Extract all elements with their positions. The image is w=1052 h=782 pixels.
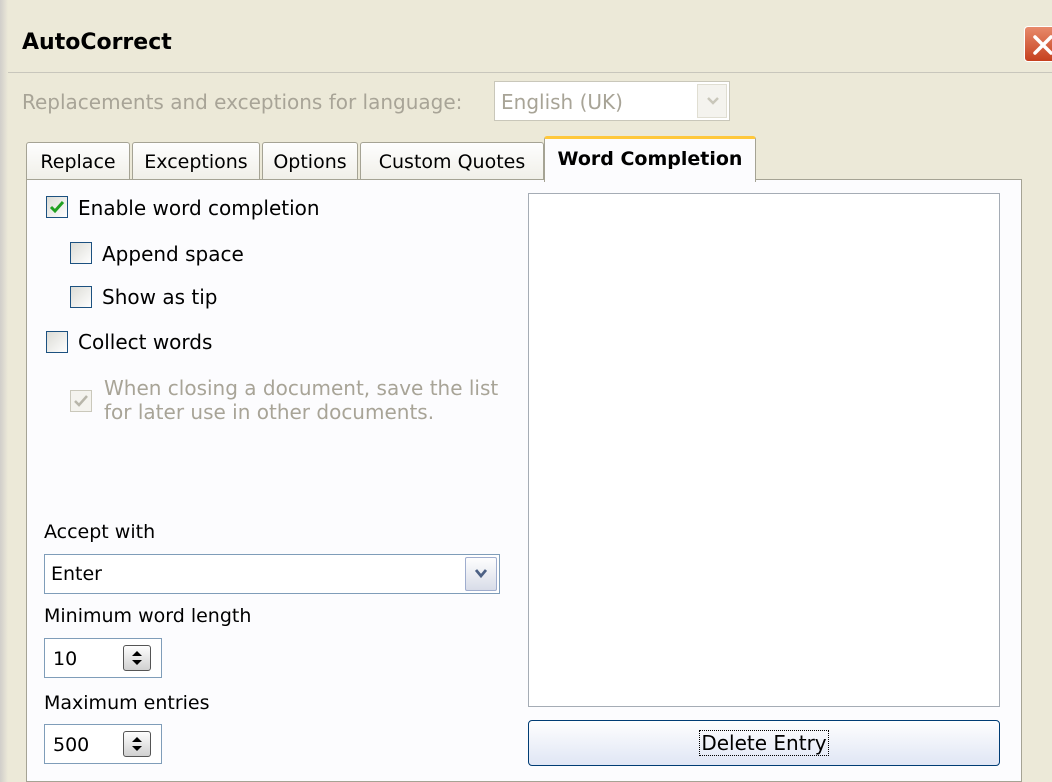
delete-entry-button[interactable]: Delete Entry bbox=[528, 720, 1000, 766]
enable-word-completion-checkbox[interactable] bbox=[46, 196, 68, 218]
tab-custom-quotes[interactable]: Custom Quotes bbox=[360, 142, 544, 180]
show-as-tip-checkbox[interactable] bbox=[70, 286, 92, 308]
language-dropdown-button[interactable] bbox=[697, 84, 727, 118]
tab-bar: Replace Exceptions Options Custom Quotes… bbox=[26, 136, 1026, 182]
append-space-label[interactable]: Append space bbox=[102, 242, 244, 266]
language-select[interactable]: English (UK) bbox=[494, 81, 730, 121]
dialog-title: AutoCorrect bbox=[22, 30, 172, 55]
save-list-label-line1: When closing a document, save the list bbox=[104, 376, 499, 400]
tab-exceptions[interactable]: Exceptions bbox=[132, 142, 260, 180]
tab-label: Replace bbox=[40, 151, 116, 173]
accept-with-select[interactable]: Enter bbox=[44, 554, 500, 594]
tab-label: Exceptions bbox=[144, 151, 248, 173]
append-space-checkbox[interactable] bbox=[70, 242, 92, 264]
window-border bbox=[0, 0, 8, 782]
language-label: Replacements and exceptions for language… bbox=[22, 90, 463, 114]
show-as-tip-label[interactable]: Show as tip bbox=[102, 285, 217, 309]
tab-label: Word Completion bbox=[557, 148, 743, 170]
collect-words-checkbox[interactable] bbox=[46, 331, 68, 353]
close-icon bbox=[1033, 35, 1052, 55]
accept-with-dropdown-button[interactable] bbox=[465, 557, 497, 591]
min-word-length-value: 10 bbox=[53, 648, 78, 670]
accept-with-label: Accept with bbox=[44, 521, 156, 543]
checkmark-icon bbox=[49, 201, 65, 214]
collect-words-label[interactable]: Collect words bbox=[78, 330, 212, 354]
checkmark-icon bbox=[74, 395, 88, 407]
accept-with-value: Enter bbox=[51, 563, 102, 585]
title-bar[interactable]: AutoCorrect bbox=[8, 14, 1052, 70]
min-word-length-spinner[interactable]: 10 bbox=[44, 638, 162, 678]
close-button[interactable] bbox=[1024, 26, 1052, 62]
max-entries-spinner[interactable]: 500 bbox=[44, 724, 162, 764]
tab-replace[interactable]: Replace bbox=[26, 142, 130, 180]
min-word-length-label: Minimum word length bbox=[44, 605, 252, 627]
max-entries-label: Maximum entries bbox=[44, 692, 210, 714]
chevron-down-icon bbox=[474, 569, 488, 579]
chevron-down-icon bbox=[707, 97, 719, 105]
up-down-arrows-icon bbox=[132, 737, 142, 751]
language-value: English (UK) bbox=[501, 90, 623, 114]
autocorrect-dialog: AutoCorrect Replacements and exceptions … bbox=[0, 0, 1052, 782]
delete-entry-label: Delete Entry bbox=[699, 730, 829, 756]
up-down-arrows-icon bbox=[132, 651, 142, 665]
enable-word-completion-label[interactable]: Enable word completion bbox=[78, 196, 320, 220]
tab-label: Options bbox=[273, 151, 347, 173]
tab-word-completion[interactable]: Word Completion bbox=[544, 136, 756, 182]
tab-label: Custom Quotes bbox=[378, 151, 526, 173]
min-word-length-stepper[interactable] bbox=[123, 645, 151, 671]
max-entries-stepper[interactable] bbox=[123, 731, 151, 757]
language-row: Replacements and exceptions for language… bbox=[8, 72, 1052, 129]
collected-words-list[interactable] bbox=[528, 193, 1000, 707]
save-list-checkbox[interactable] bbox=[70, 390, 92, 412]
max-entries-value: 500 bbox=[53, 734, 90, 756]
tab-options[interactable]: Options bbox=[262, 142, 358, 180]
save-list-label-line2: for later use in other documents. bbox=[104, 400, 435, 424]
